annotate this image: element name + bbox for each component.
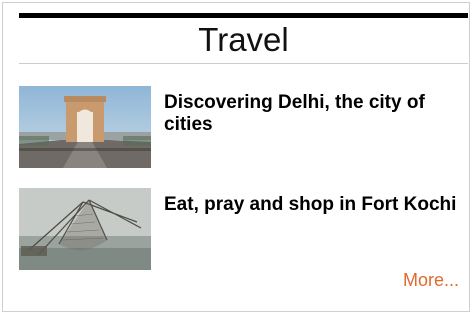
article-item-fort-kochi[interactable]: Eat, pray and shop in Fort Kochi [19,188,468,270]
more-link[interactable]: More... [403,269,459,291]
title-divider [19,63,468,64]
article-headline[interactable]: Discovering Delhi, the city of cities [164,92,464,136]
section-title: Travel [198,21,289,58]
india-gate-thumbnail[interactable] [19,86,151,168]
fishing-net-thumbnail[interactable] [19,188,151,270]
travel-widget: Travel Discovering Delhi, the city of ci… [2,2,470,312]
article-item-delhi[interactable]: Discovering Delhi, the city of cities [19,86,468,168]
article-headline[interactable]: Eat, pray and shop in Fort Kochi [164,194,464,216]
